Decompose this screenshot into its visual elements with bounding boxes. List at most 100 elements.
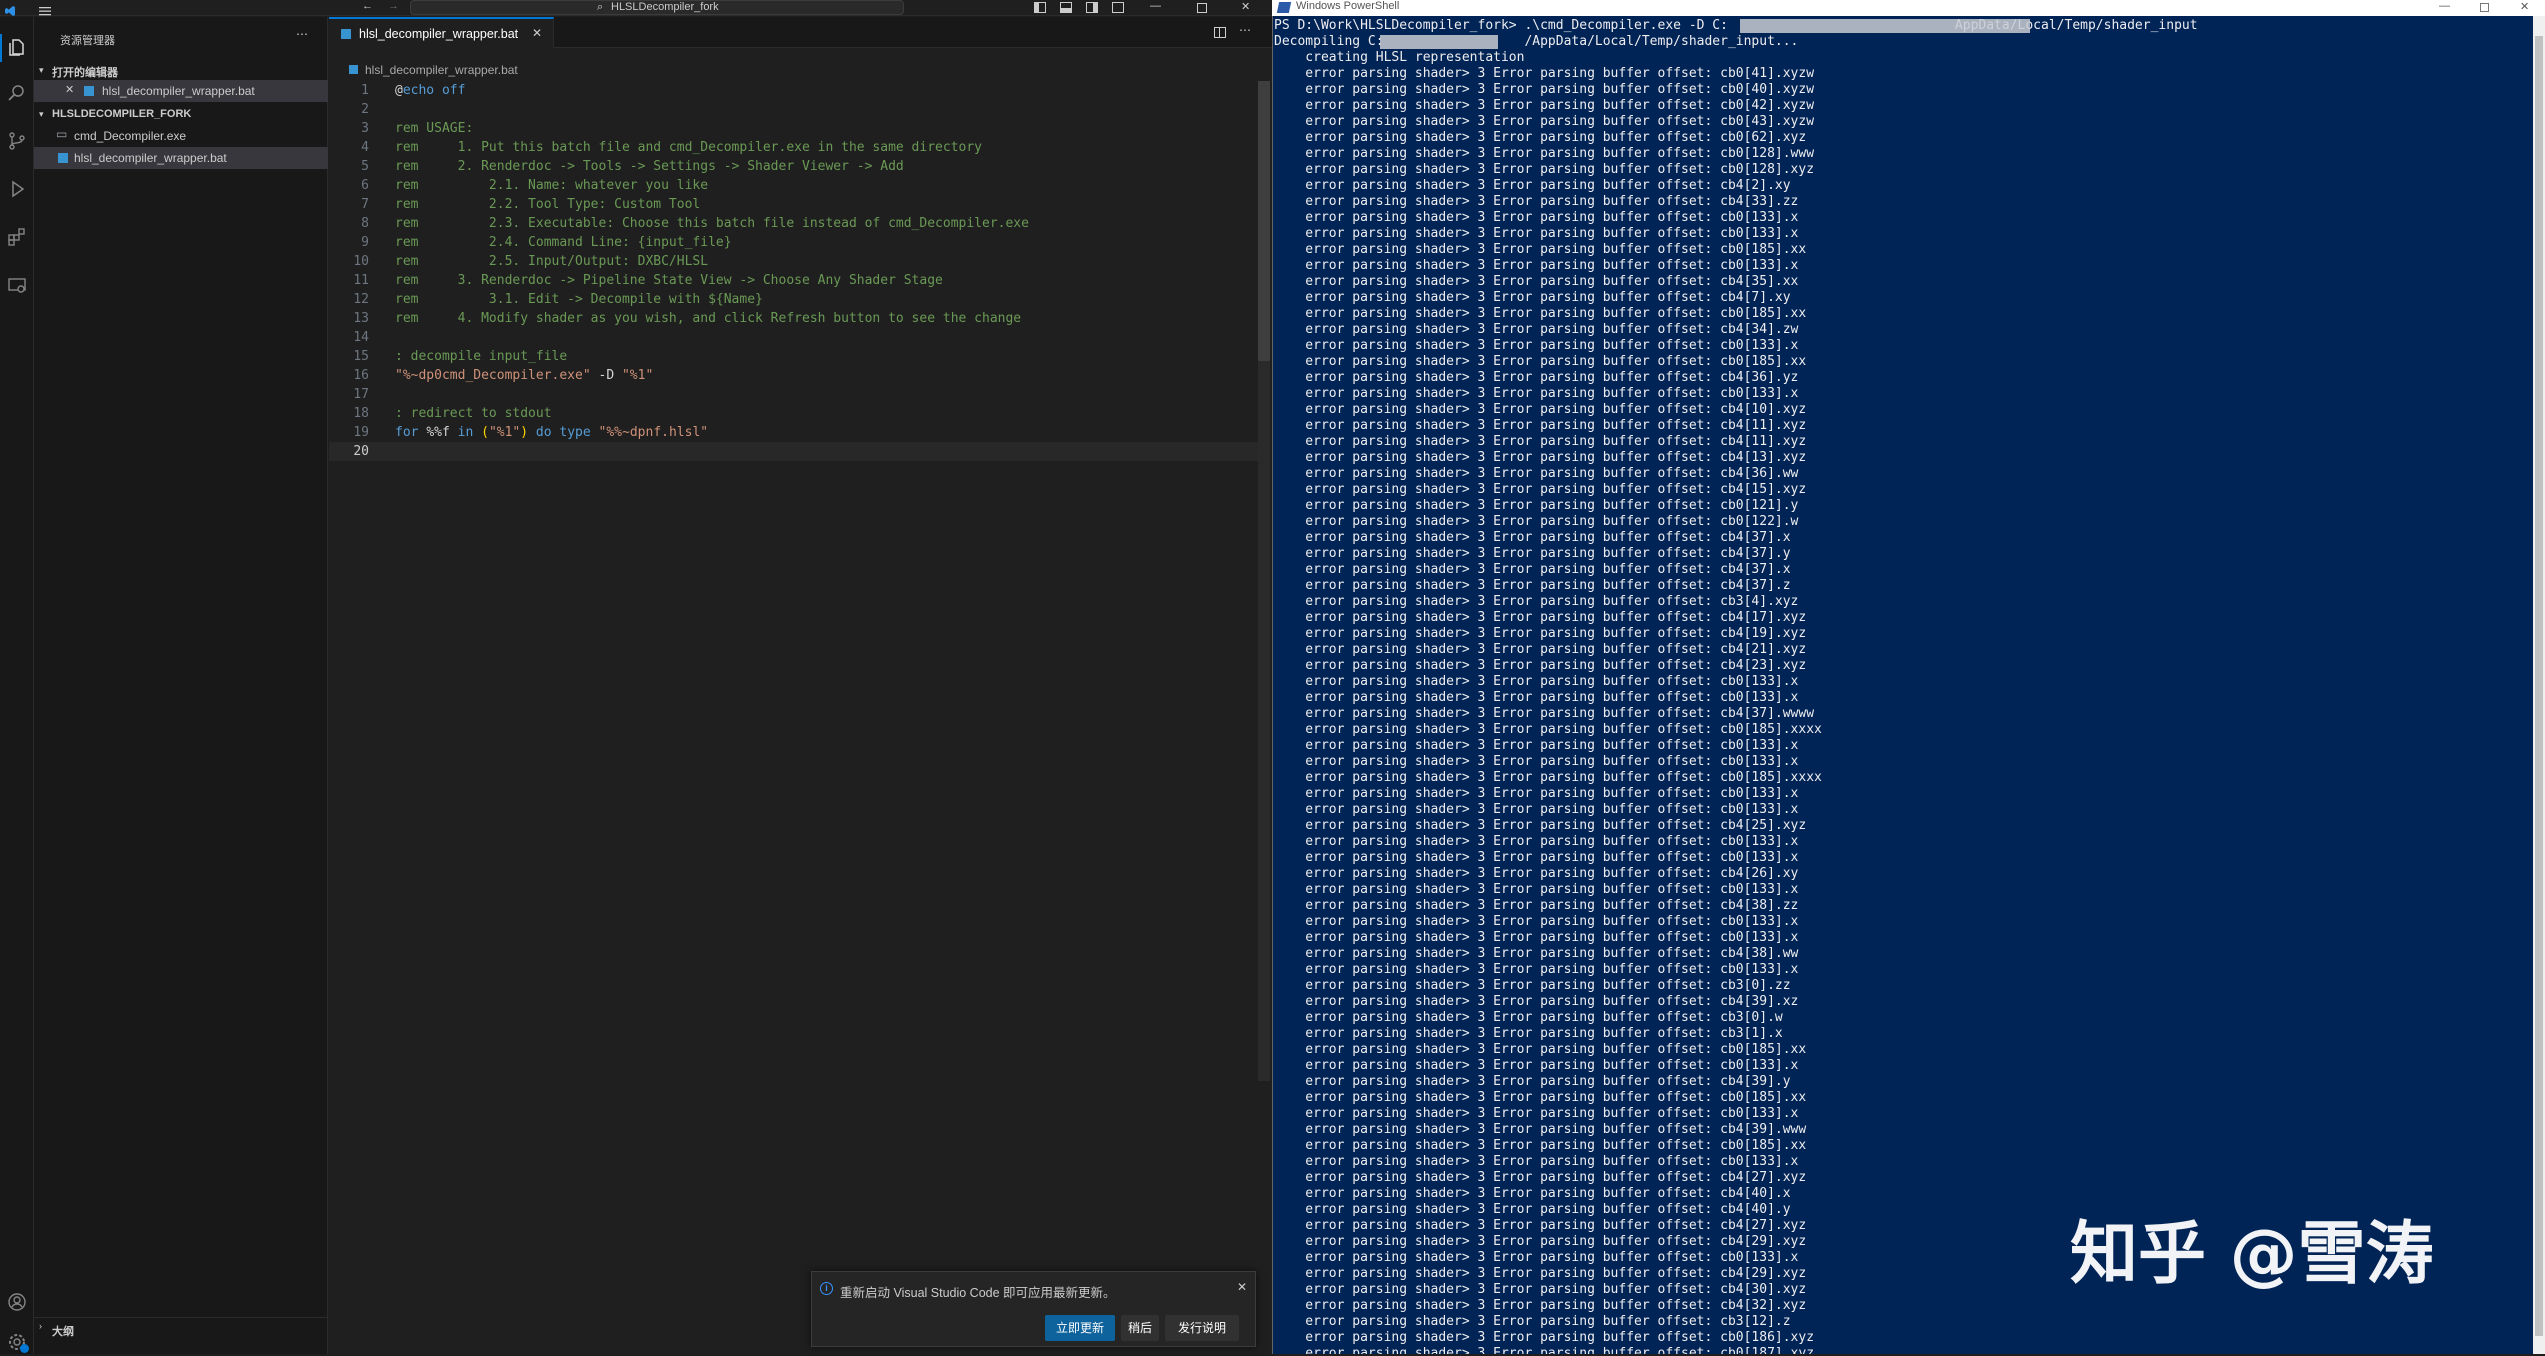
- powershell-output[interactable]: PS D:\Work\HLSLDecompiler_fork> .\cmd_De…: [1274, 18, 2534, 1354]
- code-line[interactable]: 9 rem 2.4. Command Line: {input_file}: [329, 233, 1259, 252]
- split-editor-icon[interactable]: [1214, 27, 1226, 38]
- close-icon[interactable]: ✕: [532, 26, 542, 40]
- minimize-icon[interactable]: —: [2439, 0, 2450, 12]
- code-text: rem 2. Renderdoc -> Tools -> Settings ->…: [395, 157, 904, 176]
- console-line: error parsing shader> 3 Error parsing bu…: [1274, 578, 1791, 593]
- code-line[interactable]: 1 @echo off: [329, 81, 1259, 100]
- console-line: error parsing shader> 3 Error parsing bu…: [1274, 290, 1791, 305]
- layout-toggle-secondary-sidebar-icon[interactable]: [1086, 2, 1098, 13]
- run-debug-icon[interactable]: [7, 179, 27, 199]
- line-number: 17: [353, 387, 369, 402]
- code-line[interactable]: 11 rem 3. Renderdoc -> Pipeline State Vie…: [329, 271, 1259, 290]
- code-line[interactable]: 18: redirect to stdout: [329, 404, 1259, 423]
- search-icon[interactable]: [7, 83, 27, 103]
- release-notes-button[interactable]: 发行说明: [1165, 1315, 1239, 1341]
- bat-file-icon: [84, 86, 94, 96]
- powershell-scrollbar[interactable]: [2533, 16, 2545, 1354]
- code-line[interactable]: 16 "%~dp0cmd_Decompiler.exe" -D "%1": [329, 366, 1259, 385]
- customize-layout-icon[interactable]: [1112, 2, 1124, 13]
- code-line[interactable]: 5 rem 2. Renderdoc -> Tools -> Settings -…: [329, 157, 1259, 176]
- line-number: 7: [361, 197, 369, 212]
- vscode-logo-icon: [4, 2, 16, 16]
- code-line[interactable]: 14: [329, 328, 1259, 347]
- line-number: 16: [353, 368, 369, 383]
- code-line[interactable]: 15: decompile input_file: [329, 347, 1259, 366]
- console-line: error parsing shader> 3 Error parsing bu…: [1274, 514, 1799, 529]
- menu-icon[interactable]: [38, 2, 52, 16]
- layout-toggle-sidebar-icon[interactable]: [1034, 2, 1046, 13]
- more-actions-icon[interactable]: ⋯: [1239, 23, 1251, 37]
- code-text: rem 2.1. Name: whatever you like: [395, 176, 708, 195]
- close-window-icon[interactable]: ✕: [1241, 0, 1250, 13]
- console-line: error parsing shader> 3 Error parsing bu…: [1274, 802, 1799, 817]
- source-control-icon[interactable]: [7, 131, 27, 151]
- chevron-down-icon[interactable]: ▾: [39, 65, 44, 76]
- maximize-icon[interactable]: [1197, 3, 1207, 13]
- file-tree-item[interactable]: ▭ cmd_Decompiler.exe: [34, 125, 328, 147]
- line-number: 6: [361, 178, 369, 193]
- folder-header[interactable]: HLSLDECOMPILER_FORK: [52, 108, 191, 120]
- code-line[interactable]: 3 rem USAGE:: [329, 119, 1259, 138]
- code-token: rem 4. Modify shader as you wish, and cl…: [395, 311, 1022, 326]
- later-button[interactable]: 稍后: [1121, 1315, 1159, 1341]
- remote-explorer-icon[interactable]: [7, 275, 27, 295]
- maximize-icon[interactable]: [2480, 3, 2489, 12]
- redacted-path: [1740, 19, 2030, 33]
- chevron-down-icon[interactable]: ▾: [39, 109, 44, 120]
- extensions-icon[interactable]: [7, 227, 27, 247]
- close-window-icon[interactable]: ✕: [2520, 0, 2529, 13]
- layout-toggle-panel-icon[interactable]: [1060, 2, 1072, 13]
- code-line[interactable]: 19 for %%f in ("%1") do type "%%~dpnf.hls…: [329, 423, 1259, 442]
- activity-bar: [0, 17, 34, 1354]
- code-line[interactable]: 6 rem 2.1. Name: whatever you like: [329, 176, 1259, 195]
- command-center-search[interactable]: ⌕ HLSLDecompiler_fork: [410, 0, 904, 15]
- console-line: error parsing shader> 3 Error parsing bu…: [1274, 258, 1799, 273]
- back-arrow-icon[interactable]: ←: [362, 0, 373, 12]
- code-text: rem 2.2. Tool Type: Custom Tool: [395, 195, 700, 214]
- file-tree-item-selected[interactable]: hlsl_decompiler_wrapper.bat: [34, 147, 328, 169]
- forward-arrow-icon[interactable]: →: [388, 0, 399, 12]
- code-line[interactable]: 8 rem 2.3. Executable: Choose this batch …: [329, 214, 1259, 233]
- explorer-icon[interactable]: [0, 34, 2, 62]
- code-line[interactable]: 4 rem 1. Put this batch file and cmd_Deco…: [329, 138, 1259, 157]
- minimize-icon[interactable]: —: [1150, 0, 1161, 12]
- line-number: 19: [353, 425, 369, 440]
- code-line[interactable]: 13 rem 4. Modify shader as you wish, and …: [329, 309, 1259, 328]
- code-text: rem 1. Put this batch file and cmd_Decom…: [395, 138, 982, 157]
- line-number: 4: [361, 140, 369, 155]
- code-area[interactable]: 1 @echo off 2 3 rem USAGE: 4 rem 1. Put this b…: [329, 81, 1259, 481]
- breadcrumb[interactable]: hlsl_decompiler_wrapper.bat: [329, 61, 829, 79]
- exe-file-icon: ▭: [56, 127, 68, 141]
- code-line[interactable]: 10 rem 2.5. Input/Output: DXBC/HLSL: [329, 252, 1259, 271]
- update-now-button[interactable]: 立即更新: [1045, 1315, 1115, 1341]
- code-token: rem 2.2. Tool Type: Custom Tool: [395, 197, 701, 212]
- console-line: error parsing shader> 3 Error parsing bu…: [1274, 1090, 1807, 1105]
- outline-section[interactable]: › 大纲: [34, 1317, 328, 1339]
- files-icon[interactable]: [7, 37, 27, 57]
- code-line[interactable]: 2: [329, 100, 1259, 119]
- more-actions-icon[interactable]: ⋯: [296, 27, 308, 41]
- code-line[interactable]: 17: [329, 385, 1259, 404]
- console-line: error parsing shader> 3 Error parsing bu…: [1274, 1330, 1815, 1345]
- code-line[interactable]: 7 rem 2.2. Tool Type: Custom Tool: [329, 195, 1259, 214]
- console-line: error parsing shader> 3 Error parsing bu…: [1274, 178, 1791, 193]
- code-token: %%f: [426, 425, 458, 440]
- line-number: 8: [361, 216, 369, 231]
- console-line: error parsing shader> 3 Error parsing bu…: [1274, 690, 1799, 705]
- line-number: 5: [361, 159, 369, 174]
- tab-active[interactable]: hlsl_decompiler_wrapper.bat ✕: [329, 17, 554, 48]
- explorer-sidebar: 资源管理器 ⋯ ▾ 打开的编辑器 ✕ hlsl_decompiler_wrapp…: [34, 17, 328, 1354]
- open-editor-item[interactable]: ✕ hlsl_decompiler_wrapper.bat: [34, 80, 328, 102]
- close-icon[interactable]: ✕: [65, 83, 74, 96]
- scroll-thumb[interactable]: [2535, 36, 2543, 1336]
- code-line[interactable]: 20: [329, 442, 1259, 461]
- console-line: error parsing shader> 3 Error parsing bu…: [1274, 786, 1799, 801]
- code-token: rem USAGE:: [395, 121, 474, 136]
- console-line: error parsing shader> 3 Error parsing bu…: [1274, 418, 1807, 433]
- code-text: rem 2.4. Command Line: {input_file}: [395, 233, 732, 252]
- accounts-icon[interactable]: [7, 1292, 27, 1312]
- close-icon[interactable]: ✕: [1237, 1280, 1247, 1294]
- open-editors-header[interactable]: 打开的编辑器: [52, 64, 118, 80]
- code-line[interactable]: 12 rem 3.1. Edit -> Decompile with ${Name…: [329, 290, 1259, 309]
- console-line: error parsing shader> 3 Error parsing bu…: [1274, 386, 1799, 401]
